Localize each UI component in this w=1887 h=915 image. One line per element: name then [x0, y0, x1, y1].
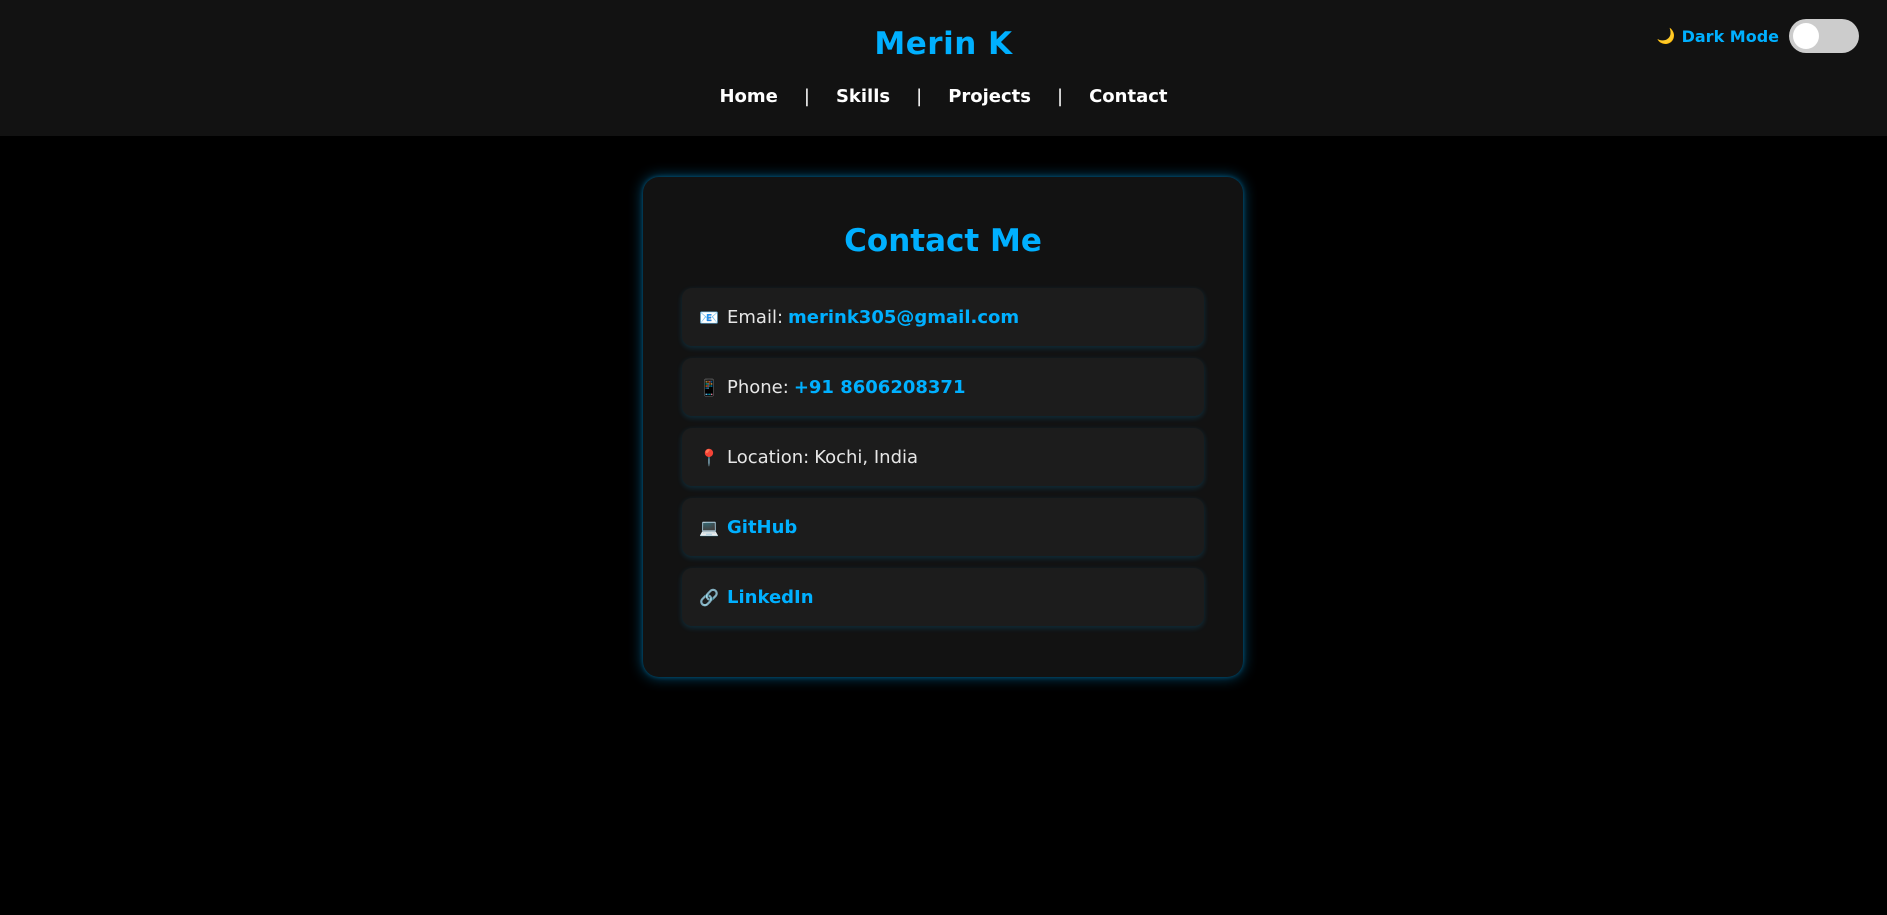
github-link[interactable]: GitHub [727, 517, 797, 538]
site-title: Merin K [874, 26, 1013, 62]
site-header: Merin K Home | Skills | Projects | Conta… [0, 0, 1887, 136]
nav-separator: | [803, 86, 810, 107]
nav-contact-link[interactable]: Contact [1089, 86, 1167, 107]
contact-list: 📧 Email: merink305@gmail.com 📱 Phone: +9… [682, 288, 1204, 638]
main-nav: Home | Skills | Projects | Contact [0, 86, 1887, 107]
nav-home-link[interactable]: Home [719, 86, 777, 107]
linkedin-link[interactable]: LinkedIn [727, 587, 814, 608]
theme-toggle: 🌙 Dark Mode [1657, 19, 1859, 53]
email-label: Email: [727, 306, 784, 328]
contact-item-phone: 📱 Phone: +91 8606208371 [682, 358, 1204, 416]
nav-projects-link[interactable]: Projects [948, 86, 1031, 107]
contact-item-email: 📧 Email: merink305@gmail.com [682, 288, 1204, 346]
dark-mode-label: Dark Mode [1681, 26, 1779, 46]
nav-separator: | [1057, 86, 1064, 107]
contact-title: Contact Me [844, 223, 1042, 259]
nav-separator: | [916, 86, 923, 107]
email-icon: 📧 [699, 307, 719, 327]
email-link[interactable]: merink305@gmail.com [788, 307, 1019, 328]
moon-icon: 🌙 [1656, 27, 1676, 45]
dark-mode-switch[interactable] [1789, 19, 1859, 53]
phone-label: Phone: [727, 376, 789, 398]
phone-link[interactable]: +91 8606208371 [794, 377, 966, 398]
link-icon: 🔗 [699, 587, 719, 607]
location-label: Location: [727, 446, 810, 468]
location-pin-icon: 📍 [699, 447, 719, 467]
switch-knob [1793, 23, 1819, 49]
contact-item-linkedin: 🔗 LinkedIn [682, 568, 1204, 626]
contact-item-github: 💻 GitHub [682, 498, 1204, 556]
laptop-icon: 💻 [699, 517, 719, 537]
location-value: Kochi, India [814, 446, 919, 468]
phone-icon: 📱 [699, 377, 719, 397]
nav-skills-link[interactable]: Skills [836, 86, 890, 107]
contact-item-location: 📍 Location: Kochi, India [682, 428, 1204, 486]
contact-card: Contact Me 📧 Email: merink305@gmail.com … [643, 177, 1243, 677]
